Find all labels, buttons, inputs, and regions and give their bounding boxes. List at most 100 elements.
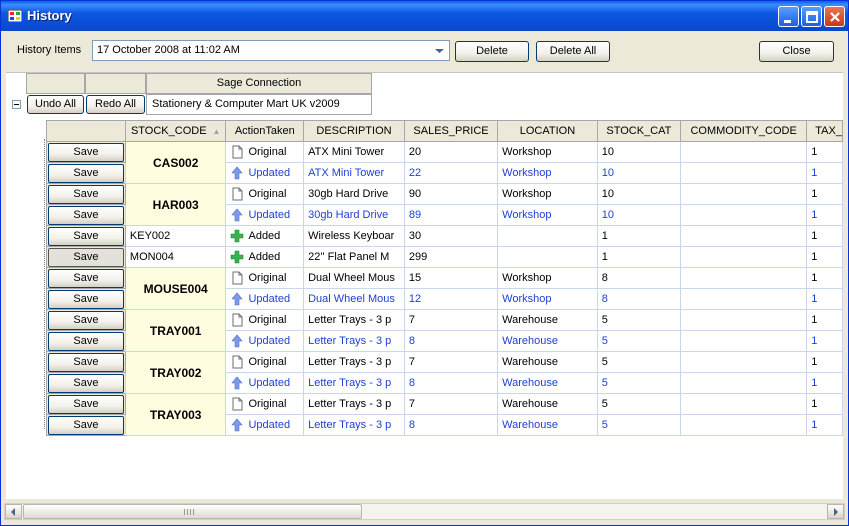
column-header-location[interactable]: LOCATION <box>497 120 598 142</box>
commodity-code-cell[interactable] <box>680 372 808 394</box>
commodity-code-cell[interactable] <box>680 162 808 184</box>
location-cell[interactable]: Warehouse <box>497 393 598 415</box>
action-taken-cell[interactable]: Original <box>225 351 305 373</box>
tax-cell[interactable]: 1 <box>806 351 843 373</box>
column-header-stock-code[interactable]: STOCK_CODE ▲ <box>124 120 227 142</box>
column-header-sales-price[interactable]: SALES_PRICE <box>403 120 499 142</box>
column-header-tax[interactable]: TAX_ <box>806 120 843 142</box>
tax-cell[interactable]: 1 <box>806 393 843 415</box>
stock-code-cell[interactable]: HAR003 <box>124 183 227 226</box>
sales-price-cell[interactable]: 8 <box>403 414 499 436</box>
action-taken-cell[interactable]: Updated <box>225 372 305 394</box>
description-cell[interactable]: 30gb Hard Drive <box>303 204 405 226</box>
commodity-code-cell[interactable] <box>680 330 808 352</box>
tax-cell[interactable]: 1 <box>806 414 843 436</box>
table-row[interactable]: Save TRAY001 Original Letter Trays - 3 p 7 Wa… <box>46 309 843 352</box>
action-taken-cell[interactable]: Original <box>225 309 305 331</box>
tax-cell[interactable]: 1 <box>806 246 843 268</box>
stock-code-cell[interactable]: TRAY001 <box>124 309 227 352</box>
location-cell[interactable]: Warehouse <box>497 309 598 331</box>
sales-price-cell[interactable]: 20 <box>403 141 499 163</box>
table-row[interactable]: Save CAS002 Original ATX Mini Tower 20 Worksh… <box>46 141 843 184</box>
save-button[interactable]: Save <box>47 205 124 225</box>
history-items-dropdown[interactable]: 17 October 2008 at 11:02 AM <box>92 40 450 61</box>
table-row[interactable]: Save TRAY002 Original Letter Trays - 3 p 7 Wa… <box>46 351 843 394</box>
location-cell[interactable] <box>497 225 598 247</box>
description-cell[interactable]: Dual Wheel Mous <box>303 267 405 289</box>
save-button[interactable]: Save <box>47 268 124 288</box>
location-cell[interactable]: Workshop <box>497 267 598 289</box>
description-cell[interactable]: Letter Trays - 3 p <box>303 351 405 373</box>
table-row[interactable]: Save HAR003 Original 30gb Hard Drive 90 Works… <box>46 183 843 226</box>
stock-code-cell[interactable]: MOUSE004 <box>124 267 227 310</box>
save-button[interactable]: Save <box>47 331 124 351</box>
commodity-code-cell[interactable] <box>680 141 808 163</box>
tax-cell[interactable]: 1 <box>806 372 843 394</box>
scroll-left-button[interactable] <box>5 504 22 519</box>
description-cell[interactable]: Letter Trays - 3 p <box>303 309 405 331</box>
title-bar[interactable]: History <box>1 1 848 31</box>
location-cell[interactable] <box>497 246 598 268</box>
maximize-button[interactable] <box>801 6 822 27</box>
description-cell[interactable]: Letter Trays - 3 p <box>303 414 405 436</box>
action-taken-cell[interactable]: Updated <box>225 162 305 184</box>
tax-cell[interactable]: 1 <box>806 267 843 289</box>
description-cell[interactable]: Letter Trays - 3 p <box>303 330 405 352</box>
stock-cat-cell[interactable]: 5 <box>596 393 682 415</box>
action-taken-cell[interactable]: Added <box>225 225 305 247</box>
stock-cat-cell[interactable]: 8 <box>596 267 682 289</box>
sales-price-cell[interactable]: 7 <box>403 309 499 331</box>
location-cell[interactable]: Workshop <box>497 288 598 310</box>
table-row[interactable]: Save KEY002 Added Wireless Keyboar 30 1 1 <box>46 225 843 247</box>
redo-all-button[interactable]: Redo All <box>86 95 145 114</box>
delete-button[interactable]: Delete <box>455 41 529 62</box>
stock-code-cell[interactable]: KEY002 <box>124 225 227 247</box>
action-taken-cell[interactable]: Updated <box>225 288 305 310</box>
stock-code-cell[interactable]: CAS002 <box>124 141 227 184</box>
scroll-thumb[interactable] <box>23 504 362 519</box>
stock-cat-cell[interactable]: 5 <box>596 372 682 394</box>
description-cell[interactable]: Letter Trays - 3 p <box>303 393 405 415</box>
stock-cat-cell[interactable]: 5 <box>596 351 682 373</box>
location-cell[interactable]: Workshop <box>497 204 598 226</box>
save-button[interactable]: Save <box>47 163 124 183</box>
sales-price-cell[interactable]: 15 <box>403 267 499 289</box>
save-button[interactable]: Save <box>47 394 124 414</box>
commodity-code-cell[interactable] <box>680 309 808 331</box>
save-button[interactable]: Save <box>47 184 124 204</box>
sales-price-cell[interactable]: 12 <box>403 288 499 310</box>
description-cell[interactable]: 22'' Flat Panel M <box>303 246 405 268</box>
location-cell[interactable]: Warehouse <box>497 351 598 373</box>
tax-cell[interactable]: 1 <box>806 204 843 226</box>
column-header-action-taken[interactable]: ActionTaken <box>225 120 305 142</box>
table-row[interactable]: Save MOUSE004 Original Dual Wheel Mous 15 Wor… <box>46 267 843 310</box>
stock-cat-cell[interactable]: 1 <box>596 246 682 268</box>
action-taken-cell[interactable]: Original <box>225 183 305 205</box>
commodity-code-cell[interactable] <box>680 351 808 373</box>
location-cell[interactable]: Warehouse <box>497 330 598 352</box>
action-taken-cell[interactable]: Original <box>225 267 305 289</box>
sales-price-cell[interactable]: 22 <box>403 162 499 184</box>
commodity-code-cell[interactable] <box>680 183 808 205</box>
horizontal-scrollbar[interactable] <box>4 503 845 520</box>
location-cell[interactable]: Warehouse <box>497 372 598 394</box>
stock-cat-cell[interactable]: 10 <box>596 183 682 205</box>
commodity-code-cell[interactable] <box>680 267 808 289</box>
sales-price-cell[interactable]: 8 <box>403 330 499 352</box>
stock-cat-cell[interactable]: 1 <box>596 225 682 247</box>
location-cell[interactable]: Workshop <box>497 183 598 205</box>
stock-cat-cell[interactable]: 5 <box>596 309 682 331</box>
description-cell[interactable]: ATX Mini Tower <box>303 141 405 163</box>
sales-price-cell[interactable]: 30 <box>403 225 499 247</box>
stock-cat-cell[interactable]: 10 <box>596 162 682 184</box>
commodity-code-cell[interactable] <box>680 225 808 247</box>
column-header-stock-cat[interactable]: STOCK_CAT <box>596 120 682 142</box>
stock-code-cell[interactable]: MON004 <box>124 246 227 268</box>
save-button[interactable]: Save <box>47 247 124 267</box>
tax-cell[interactable]: 1 <box>806 225 843 247</box>
description-cell[interactable]: Letter Trays - 3 p <box>303 372 405 394</box>
tax-cell[interactable]: 1 <box>806 330 843 352</box>
save-button[interactable]: Save <box>47 373 124 393</box>
description-cell[interactable]: Dual Wheel Mous <box>303 288 405 310</box>
description-cell[interactable]: Wireless Keyboar <box>303 225 405 247</box>
